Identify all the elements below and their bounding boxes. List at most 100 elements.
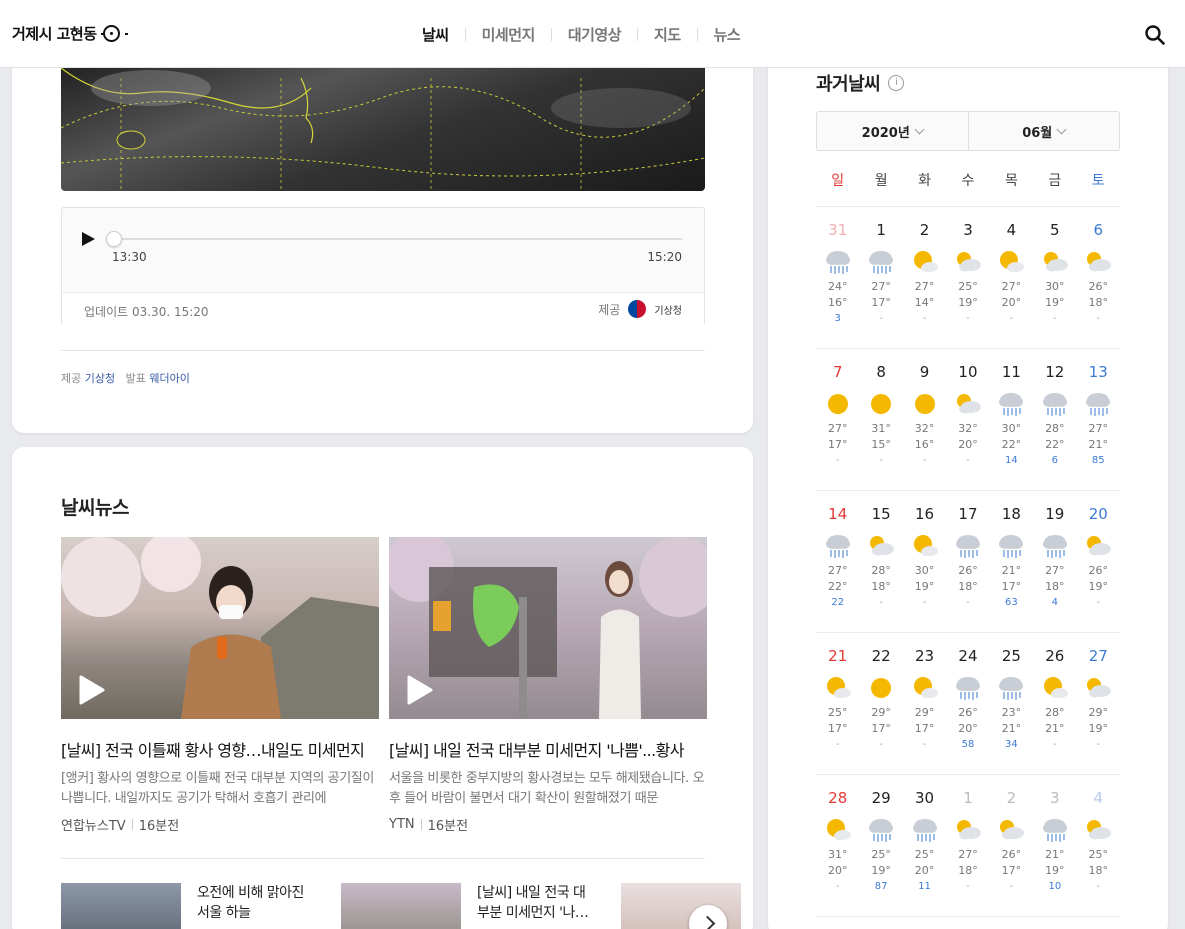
news-item[interactable]: [날씨] 내일 전국 대부분 미세먼지 '나쁨'...황사 서울을 비롯한 중부… xyxy=(389,537,707,834)
calendar-day[interactable]: 3 25° 19° - xyxy=(946,207,989,348)
calendar-day[interactable]: 8 31° 15° - xyxy=(859,349,902,490)
timeline-handle[interactable] xyxy=(106,231,122,247)
calendar-day[interactable]: 5 30° 19° - xyxy=(1033,207,1076,348)
video-play-icon[interactable] xyxy=(401,673,435,707)
calendar-day[interactable]: 20 26° 19° - xyxy=(1077,491,1120,632)
tab-fine-dust[interactable]: 미세먼지 xyxy=(466,24,551,45)
low-temp: 19° xyxy=(1045,296,1065,309)
high-temp: 27° xyxy=(958,848,978,861)
tab-map[interactable]: 지도 xyxy=(638,24,697,45)
high-temp: 25° xyxy=(914,848,935,861)
calendar-day[interactable]: 4 25° 18° - xyxy=(1077,775,1120,916)
calendar-day[interactable]: 3 21° 19° 10 xyxy=(1033,775,1076,916)
news-headline[interactable]: [날씨] 전국 이틀째 황사 영향…내일도 미세먼지 xyxy=(61,737,379,761)
calendar-day[interactable]: 22 29° 17° - xyxy=(859,633,902,774)
high-temp: 28° xyxy=(1045,706,1065,719)
calendar-day[interactable]: 28 31° 20° - xyxy=(816,775,859,916)
calendar-day[interactable]: 17 26° 18° - xyxy=(946,491,989,632)
calendar-day[interactable]: 2 26° 17° - xyxy=(990,775,1033,916)
low-temp: 19° xyxy=(1045,864,1065,877)
partly-sunny-icon xyxy=(913,251,938,272)
calendar-day[interactable]: 1 27° 17° - xyxy=(859,207,902,348)
precipitation: - xyxy=(966,597,970,608)
source-announce-link[interactable]: 웨더아이 xyxy=(149,372,189,385)
timeline-track[interactable] xyxy=(114,238,682,240)
video-play-icon[interactable] xyxy=(73,673,107,707)
high-temp: 21° xyxy=(1045,848,1065,861)
satellite-image xyxy=(61,68,705,191)
day-number: 24 xyxy=(958,647,978,665)
low-temp: 16° xyxy=(914,438,935,451)
calendar-day[interactable]: 13 27° 21° 85 xyxy=(1077,349,1120,490)
calendar-day[interactable]: 9 32° 16° - xyxy=(903,349,946,490)
high-temp: 29° xyxy=(914,706,935,719)
weekday-label: 목 xyxy=(1004,173,1018,189)
info-icon[interactable]: i xyxy=(888,75,905,91)
high-temp: 27° xyxy=(1001,280,1022,293)
day-number: 25 xyxy=(1001,647,1021,665)
year-select[interactable]: 2020년 xyxy=(817,112,968,150)
news-item[interactable]: [날씨] 전국 이틀째 황사 영향…내일도 미세먼지 [앵커] 황사의 영향으로… xyxy=(61,537,379,834)
news-thumbnail[interactable] xyxy=(389,537,707,719)
calendar-day[interactable]: 19 27° 18° 4 xyxy=(1033,491,1076,632)
calendar-day[interactable]: 21 25° 17° - xyxy=(816,633,859,774)
reporter-image xyxy=(61,537,379,719)
play-icon[interactable] xyxy=(82,232,95,246)
precipitation: 4 xyxy=(1051,597,1058,608)
day-number: 9 xyxy=(919,363,930,381)
calendar-week: 21 25° 17° -22 29° 17° -23 29° 17° -24 26° 20° 58 25 2… xyxy=(816,633,1120,775)
forecaster-image xyxy=(389,537,707,719)
calendar-day[interactable]: 16 30° 19° - xyxy=(903,491,946,632)
precipitation: 87 xyxy=(874,881,888,892)
calendar-day[interactable]: 26 28° 21° - xyxy=(1033,633,1076,774)
low-temp: 17° xyxy=(1001,580,1022,593)
calendar-day[interactable]: 27 29° 19° - xyxy=(1077,633,1120,774)
tab-news[interactable]: 뉴스 xyxy=(698,24,757,45)
month-select[interactable]: 06월 xyxy=(967,112,1120,150)
day-number: 29 xyxy=(871,789,891,807)
location-selector[interactable]: 거제시 고현동 xyxy=(12,23,128,44)
mini-news-item[interactable]: 오전에 비해 맑아진 서울 하늘 xyxy=(61,883,317,929)
calendar-day[interactable]: 30 25° 20° 11 xyxy=(903,775,946,916)
calendar-day[interactable]: 11 30° 22° 14 xyxy=(990,349,1033,490)
source-provide-link[interactable]: 기상청 xyxy=(85,372,115,385)
search-icon[interactable] xyxy=(1145,25,1165,45)
tab-weather[interactable]: 날씨 xyxy=(406,24,465,45)
mini-news-title[interactable]: [날씨] 내일 전국 대부분 미세먼지 '나… xyxy=(477,883,597,929)
mini-news-thumbnail[interactable] xyxy=(341,883,461,929)
calendar-day[interactable]: 23 29° 17° - xyxy=(903,633,946,774)
calendar-day[interactable]: 2 27° 14° - xyxy=(903,207,946,348)
mini-news-title[interactable]: 오전에 비해 맑아진 서울 하늘 xyxy=(197,883,317,929)
calendar-day[interactable]: 1 27° 18° - xyxy=(946,775,989,916)
news-headline[interactable]: [날씨] 내일 전국 대부분 미세먼지 '나쁨'...황사 xyxy=(389,737,707,761)
calendar-day[interactable]: 4 27° 20° - xyxy=(990,207,1033,348)
day-number: 1 xyxy=(963,789,973,807)
day-number: 18 xyxy=(1001,505,1021,523)
calendar-day[interactable]: 14 27° 22° 22 xyxy=(816,491,859,632)
high-temp: 26° xyxy=(1001,848,1022,861)
tab-satellite[interactable]: 대기영상 xyxy=(552,24,637,45)
news-time: 16분전 xyxy=(427,819,469,834)
top-header: 거제시 고현동 날씨 미세먼지 대기영상 지도 뉴스 xyxy=(0,0,1185,68)
precipitation: - xyxy=(1053,739,1057,750)
calendar-week: 28 31° 20° -29 25° 19° 87 30 25° 20° 11 1 27° 18° -2 26… xyxy=(816,775,1120,917)
news-thumbnail[interactable] xyxy=(61,537,379,719)
precipitation: - xyxy=(879,597,883,608)
calendar-day[interactable]: 25 23° 21° 34 xyxy=(990,633,1033,774)
calendar-day[interactable]: 18 21° 17° 63 xyxy=(990,491,1033,632)
calendar-day[interactable]: 12 28° 22° 6 xyxy=(1033,349,1076,490)
calendar-day[interactable]: 10 32° 20° - xyxy=(946,349,989,490)
mini-news-item[interactable]: [날씨] 내일 전국 대부분 미세먼지 '나… xyxy=(341,883,597,929)
partly-cloudy-icon xyxy=(1087,536,1112,556)
calendar-day[interactable]: 24 26° 20° 58 xyxy=(946,633,989,774)
calendar-day[interactable]: 15 28° 18° - xyxy=(859,491,902,632)
current-location-icon[interactable] xyxy=(100,25,128,42)
mini-news-thumbnail[interactable] xyxy=(61,883,181,929)
calendar-day[interactable]: 7 27° 17° - xyxy=(816,349,859,490)
calendar-day[interactable]: 6 26° 18° - xyxy=(1077,207,1120,348)
calendar-day[interactable]: 31 24° 16° 3 xyxy=(816,207,859,348)
news-summary: [앵커] 황사의 영향으로 이틀째 전국 대부분 지역의 공기질이 나쁩니다. … xyxy=(61,771,374,806)
calendar-day[interactable]: 29 25° 19° 87 xyxy=(859,775,902,916)
past-weather-title: 과거날씨 i xyxy=(816,70,905,96)
precipitation: - xyxy=(922,455,927,466)
